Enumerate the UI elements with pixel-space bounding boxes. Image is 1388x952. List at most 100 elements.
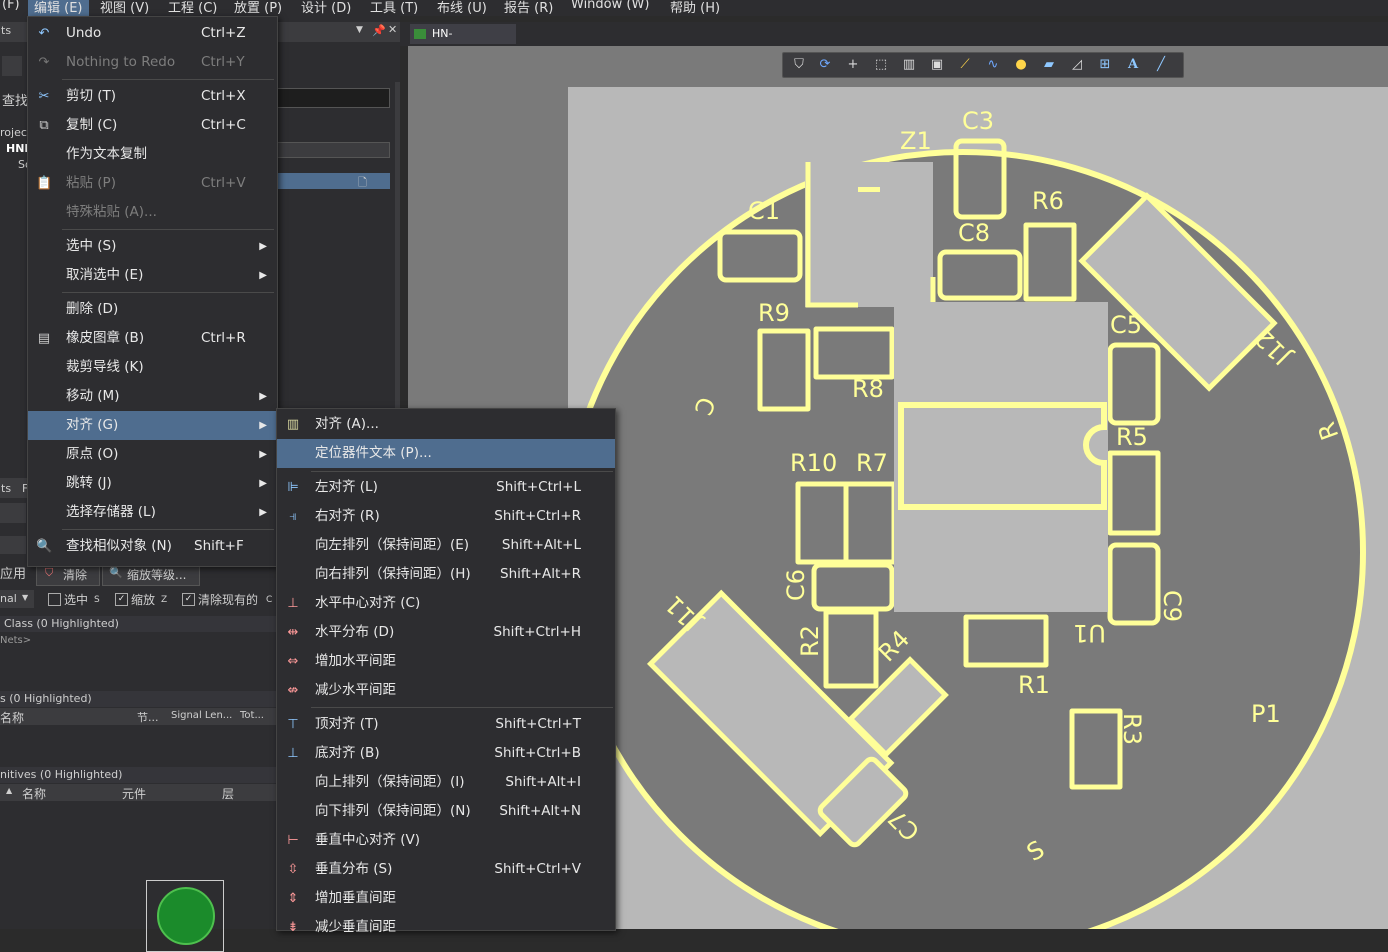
menu-item-select[interactable]: 选中 (S) ▶ xyxy=(28,232,277,261)
column-signal-length[interactable]: Signal Len... xyxy=(171,710,232,721)
menu-place[interactable]: 放置 (P) xyxy=(234,0,282,16)
designator-c5[interactable]: C5 xyxy=(1110,311,1142,339)
text-icon[interactable]: A xyxy=(1125,57,1141,73)
project-name[interactable]: HNI xyxy=(6,142,29,155)
designator-r10[interactable]: R10 xyxy=(790,449,837,477)
menu-item-align-hcenter[interactable]: ⊥ 水平中心对齐 (C) xyxy=(277,589,615,618)
designator-r9[interactable]: R9 xyxy=(758,299,790,327)
designator-r6[interactable]: R6 xyxy=(1032,187,1064,215)
menu-item-undo[interactable]: ↶ Undo Ctrl+Z xyxy=(28,19,277,48)
menu-item-redo[interactable]: ↷ Nothing to Redo Ctrl+Y xyxy=(28,48,277,77)
designator-r8[interactable]: R8 xyxy=(852,375,884,403)
menu-item-cut[interactable]: ✂ 剪切 (T) Ctrl+X xyxy=(28,82,277,111)
menu-item-arrange-right[interactable]: 向右排列（保持间距）(H) Shift+Alt+R xyxy=(277,560,615,589)
designator-r3[interactable]: R3 xyxy=(1118,713,1146,745)
route-icon[interactable]: ⟳ xyxy=(817,57,833,73)
menu-reports[interactable]: 报告 (R) xyxy=(504,0,553,16)
panel-tab[interactable]: ts xyxy=(1,482,11,495)
menu-window[interactable]: Window (W) xyxy=(571,0,649,12)
designator-z1[interactable]: Z1 xyxy=(900,127,932,155)
polygon-icon[interactable]: ▰ xyxy=(1041,57,1057,73)
line-icon[interactable]: ◿ xyxy=(1069,57,1085,73)
menu-item-increase-h-spacing[interactable]: ⇔ 增加水平间距 xyxy=(277,647,615,676)
close-icon[interactable]: ✕ xyxy=(388,23,397,36)
menu-item-align-right[interactable]: ⫣ 右对齐 (R) Shift+Ctrl+R xyxy=(277,502,615,531)
column-total[interactable]: Tot... xyxy=(240,710,264,721)
via-icon[interactable]: ● xyxy=(1013,57,1029,73)
menu-item-find-similar[interactable]: 🔍 查找相似对象 (N) Shift+F xyxy=(28,532,277,561)
search-input[interactable] xyxy=(276,88,390,108)
menu-item-align-vcenter[interactable]: ⊢ 垂直中心对齐 (V) xyxy=(277,826,615,855)
menu-item-align-bottom[interactable]: ⊥ 底对齐 (B) Shift+Ctrl+B xyxy=(277,739,615,768)
menu-item-move[interactable]: 移动 (M) ▶ xyxy=(28,382,277,411)
menu-help[interactable]: 帮助 (H) xyxy=(670,0,720,16)
nets-row[interactable]: Nets> xyxy=(0,635,31,646)
designator-r2[interactable]: R2 xyxy=(796,625,824,657)
panel-row[interactable] xyxy=(0,536,26,554)
designator-r7[interactable]: R7 xyxy=(856,449,888,477)
clear-existing-checkbox-checked[interactable]: ✓ xyxy=(182,593,195,606)
pcb-board[interactable]: C3 Z1 R6 C1 C8 R9 C5 R8 J12 C R R5 R10 R… xyxy=(560,87,1388,952)
filter-icon[interactable]: ⛉ xyxy=(791,57,807,73)
menu-item-paste[interactable]: 📋 粘贴 (P) Ctrl+V xyxy=(28,169,277,198)
column-component[interactable]: 元件 xyxy=(122,785,146,802)
designator-c3[interactable]: C3 xyxy=(962,107,994,135)
panel-dropdown[interactable] xyxy=(0,503,26,523)
designator-r1[interactable]: R1 xyxy=(1018,671,1050,699)
menu-item-distribute-v[interactable]: ⇳ 垂直分布 (S) Shift+Ctrl+V xyxy=(277,855,615,884)
menu-item-arrange-left[interactable]: 向左排列（保持间距）(E) Shift+Alt+L xyxy=(277,531,615,560)
select-rect-icon[interactable]: ⬚ xyxy=(873,57,889,73)
menu-item-align-dialog[interactable]: ▥ 对齐 (A)... xyxy=(277,410,615,439)
menu-tools[interactable]: 工具 (T) xyxy=(370,0,418,16)
menu-edit[interactable]: 编辑 (E) xyxy=(28,0,89,16)
menu-item-jump[interactable]: 跳转 (J) ▶ xyxy=(28,469,277,498)
zoom-checkbox-checked[interactable]: ✓ xyxy=(115,593,128,606)
menu-item-increase-v-spacing[interactable]: ⇕ 增加垂直间距 xyxy=(277,884,615,913)
menu-view[interactable]: 视图 (V) xyxy=(100,0,149,16)
menu-item-paste-special[interactable]: 特殊粘贴 (A)... xyxy=(28,198,277,227)
apply-button[interactable]: 应用 xyxy=(0,563,26,582)
menu-item-copy-as-text[interactable]: 作为文本复制 xyxy=(28,140,277,169)
menu-project[interactable]: 工程 (C) xyxy=(168,0,217,16)
menu-item-arrange-up[interactable]: 向上排列（保持间距）(I) Shift+Alt+I xyxy=(277,768,615,797)
designator-u1[interactable]: U1 xyxy=(1073,619,1106,647)
designator-c1[interactable]: C1 xyxy=(748,197,780,225)
designator-p1[interactable]: P1 xyxy=(1251,700,1281,728)
designator-c9[interactable]: C9 xyxy=(1158,590,1186,622)
align-tool-icon[interactable]: ▥ xyxy=(901,57,917,73)
menu-route[interactable]: 布线 (U) xyxy=(437,0,487,16)
document-tab[interactable]: HN-test.pcbdoc xyxy=(410,24,516,60)
tree-row[interactable] xyxy=(276,142,390,158)
menu-item-decrease-h-spacing[interactable]: ⇎ 减少水平间距 xyxy=(277,676,615,705)
menu-item-distribute-h[interactable]: ⇹ 水平分布 (D) Shift+Ctrl+H xyxy=(277,618,615,647)
designator-r5[interactable]: R5 xyxy=(1116,423,1148,451)
menu-design[interactable]: 设计 (D) xyxy=(301,0,351,16)
board-preview[interactable] xyxy=(146,880,224,952)
menu-item-rubber-stamp[interactable]: ▤ 橡皮图章 (B) Ctrl+R xyxy=(28,324,277,353)
pin-icon[interactable]: 📌 xyxy=(372,24,386,37)
column-name[interactable]: 名称 xyxy=(22,785,46,802)
diff-pair-icon[interactable]: ∿ xyxy=(985,57,1001,73)
menu-item-align-top[interactable]: ⊤ 顶对齐 (T) Shift+Ctrl+T xyxy=(277,710,615,739)
menu-item-deselect[interactable]: 取消选中 (E) ▶ xyxy=(28,261,277,290)
menu-item-position-component-text[interactable]: 定位器件文本 (P)... xyxy=(277,439,615,468)
menu-item-align[interactable]: 对齐 (G) ▶ xyxy=(28,411,277,440)
menu-item-delete[interactable]: 删除 (D) xyxy=(28,295,277,324)
column-nodes[interactable]: 节... xyxy=(137,709,159,725)
designator-c8[interactable]: C8 xyxy=(958,219,990,247)
panel-dropdown-icon[interactable]: ▼ xyxy=(356,25,363,35)
menu-item-slice-tracks[interactable]: 裁剪导线 (K) xyxy=(28,353,277,382)
select-checkbox[interactable] xyxy=(48,593,61,606)
menu-item-origin[interactable]: 原点 (O) ▶ xyxy=(28,440,277,469)
column-layer[interactable]: 层 xyxy=(222,785,234,802)
interactive-route-icon[interactable]: ⟋ xyxy=(957,57,973,73)
designator-c6[interactable]: C6 xyxy=(782,569,810,601)
menu-item-align-left[interactable]: ⊫ 左对齐 (L) Shift+Ctrl+L xyxy=(277,473,615,502)
dimension-icon[interactable]: ⊞ xyxy=(1097,57,1113,73)
menu-item-arrange-down[interactable]: 向下排列（保持间距）(N) Shift+Alt+N xyxy=(277,797,615,826)
column-name[interactable]: 名称 xyxy=(0,709,24,726)
draw-line-icon[interactable]: ╱ xyxy=(1153,57,1169,73)
mode-select[interactable]: nal ▼ xyxy=(0,590,34,608)
menu-file[interactable]: (F) xyxy=(2,0,20,12)
workspace-icon[interactable] xyxy=(2,56,22,76)
